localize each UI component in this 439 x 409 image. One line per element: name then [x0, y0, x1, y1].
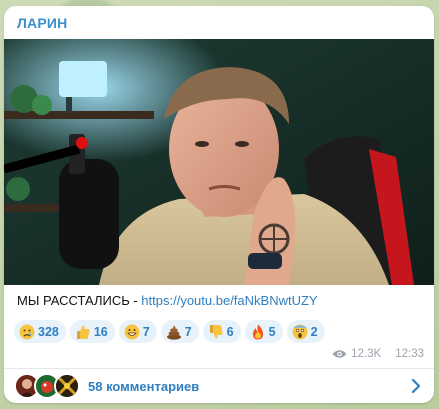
reaction-count: 6 [226, 324, 234, 339]
post-photo[interactable] [4, 39, 434, 285]
thumbs-down-emoji [209, 324, 223, 338]
post-time: 12:33 [395, 348, 424, 360]
reaction-thumbs-up[interactable]: 16 [69, 320, 115, 343]
avatar [54, 373, 80, 399]
crying-face-emoji [19, 324, 35, 339]
comments-count-label: 58 комментариев [88, 378, 200, 394]
reaction-screaming[interactable]: 2 [286, 320, 325, 343]
view-count: 12.3K [351, 348, 382, 360]
reaction-count: 7 [184, 324, 192, 339]
thumbs-up-emoji [76, 325, 90, 339]
post-meta: 12.3K 12:33 [332, 348, 424, 360]
reaction-count: 16 [93, 324, 108, 339]
youtube-link[interactable]: https://youtu.be/faNkBNwtUZY [141, 293, 317, 308]
avatar-image [56, 375, 78, 397]
fire-emoji [252, 324, 263, 339]
grinning-face-emoji [124, 324, 140, 339]
eye-icon [332, 350, 347, 358]
reaction-count: 328 [38, 324, 59, 339]
reaction-crying[interactable]: 328 [14, 320, 66, 343]
reaction-count: 2 [310, 324, 318, 339]
chevron-right-icon [411, 378, 421, 394]
reactions-bar: 328 16 7 7 6 5 2 [14, 320, 325, 343]
channel-post: ЛАРИН МЫ РАССТАЛИСЬ - https://youtu.be/f… [4, 6, 434, 403]
reaction-count: 7 [142, 324, 150, 339]
message-text: МЫ РАССТАЛИСЬ - https://youtu.be/faNkBNw… [17, 293, 318, 308]
reaction-count: 5 [268, 324, 276, 339]
comments-button[interactable]: 58 комментариев [4, 369, 434, 403]
reaction-grinning[interactable]: 7 [118, 320, 157, 343]
reaction-fire[interactable]: 5 [244, 320, 283, 343]
reaction-poo[interactable]: 7 [160, 320, 199, 343]
channel-name[interactable]: ЛАРИН [17, 15, 67, 31]
photo-illustration [4, 39, 434, 285]
commenter-avatars [14, 373, 84, 399]
message-text-prefix: МЫ РАССТАЛИСЬ - [17, 293, 142, 308]
pile-of-poo-emoji [166, 325, 181, 340]
reaction-thumbs-down[interactable]: 6 [202, 320, 241, 343]
screaming-face-emoji [292, 324, 308, 339]
